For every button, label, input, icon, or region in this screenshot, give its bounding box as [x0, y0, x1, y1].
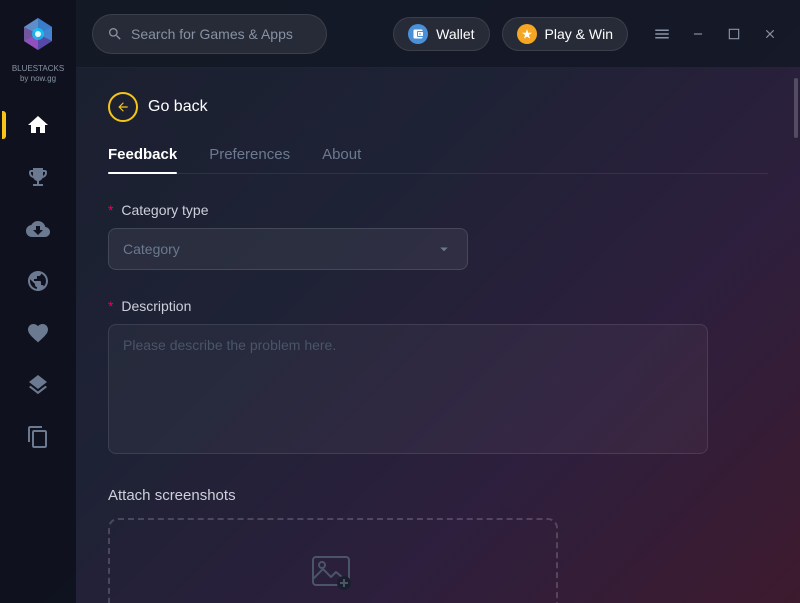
trophy-icon: [26, 165, 50, 189]
tab-feedback[interactable]: Feedback: [108, 146, 177, 173]
tab-about[interactable]: About: [322, 146, 361, 173]
play-win-icon: [517, 24, 537, 44]
tab-preferences[interactable]: Preferences: [209, 146, 290, 173]
back-circle: [108, 92, 138, 122]
header: Wallet Play & Win: [76, 0, 800, 68]
home-icon: [26, 113, 50, 137]
search-input[interactable]: [131, 26, 312, 42]
web3-icon: [26, 269, 50, 293]
sidebar-item-layers[interactable]: [14, 361, 62, 409]
play-win-button[interactable]: Play & Win: [502, 17, 628, 51]
required-marker: *: [108, 202, 113, 218]
attach-area[interactable]: [108, 518, 558, 603]
attach-screenshots-section: Attach screenshots: [108, 487, 768, 603]
close-button[interactable]: [756, 20, 784, 48]
header-controls: [648, 20, 784, 48]
chevron-down-icon: [435, 240, 453, 258]
sidebar-item-favorites[interactable]: [14, 309, 62, 357]
category-placeholder: Category: [123, 241, 180, 257]
minimize-icon: [691, 27, 705, 41]
back-arrow-icon: [116, 100, 130, 114]
sidebar: BLUESTACKSby now.gg: [0, 0, 76, 603]
sidebar-navigation: [0, 101, 76, 461]
category-type-label: * Category type: [108, 202, 768, 218]
go-back-button[interactable]: Go back: [108, 92, 768, 122]
description-label: * Description: [108, 298, 768, 314]
search-icon: [107, 26, 123, 42]
minimize-button[interactable]: [684, 20, 712, 48]
maximize-button[interactable]: [720, 20, 748, 48]
sidebar-item-store[interactable]: [14, 153, 62, 201]
logo[interactable]: [12, 8, 64, 60]
attach-icon: [311, 555, 355, 591]
sidebar-item-home[interactable]: [14, 101, 62, 149]
menu-button[interactable]: [648, 20, 676, 48]
bluestacks-logo-icon: [16, 12, 60, 56]
category-type-section: * Category type Category: [108, 202, 768, 270]
wallet-button[interactable]: Wallet: [393, 17, 489, 51]
search-bar[interactable]: [92, 14, 327, 54]
copy-icon: [26, 425, 50, 449]
cloud-download-icon: [26, 217, 50, 241]
scroll-thumb: [794, 78, 798, 138]
bluestacks-label: BLUESTACKSby now.gg: [12, 64, 64, 85]
play-win-label: Play & Win: [545, 26, 613, 42]
wallet-icon: [408, 24, 428, 44]
heart-icon: [26, 321, 50, 345]
category-dropdown[interactable]: Category: [108, 228, 468, 270]
menu-icon: [653, 25, 671, 43]
description-section: * Description: [108, 298, 768, 459]
go-back-label: Go back: [148, 98, 208, 116]
layers-icon: [26, 373, 50, 397]
sidebar-item-cloud[interactable]: [14, 205, 62, 253]
close-icon: [763, 27, 777, 41]
main-content: Go back Feedback Preferences About * Cat…: [76, 68, 800, 603]
tabs-bar: Feedback Preferences About: [108, 146, 768, 174]
attach-screenshots-label: Attach screenshots: [108, 487, 768, 504]
description-textarea[interactable]: [108, 324, 708, 454]
image-add-icon: [311, 555, 355, 591]
sidebar-item-multiinstance[interactable]: [14, 413, 62, 461]
scroll-indicator[interactable]: [792, 68, 800, 603]
maximize-icon: [727, 27, 741, 41]
required-marker-2: *: [108, 298, 113, 314]
wallet-label: Wallet: [436, 26, 474, 42]
sidebar-item-web3[interactable]: [14, 257, 62, 305]
